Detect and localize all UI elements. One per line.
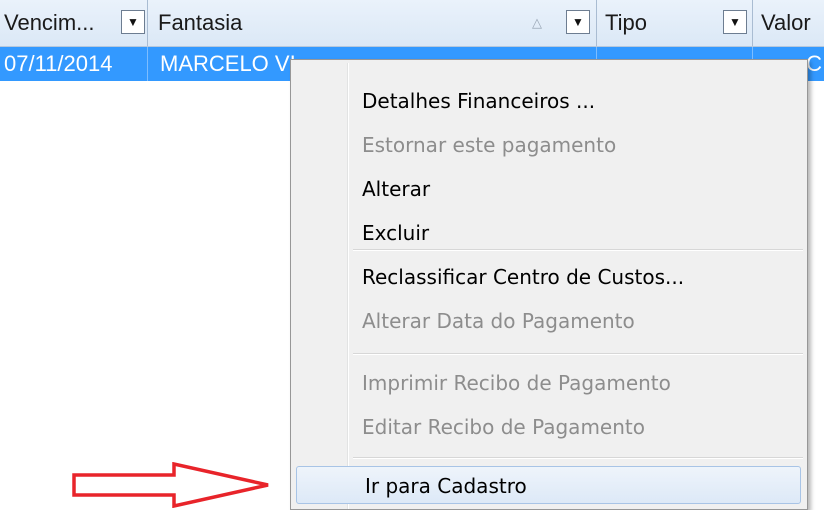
fantasia-filter-dropdown-icon[interactable]: ▼ xyxy=(566,10,590,34)
menu-item-detalhes-financeiros[interactable]: Detalhes Financeiros ... xyxy=(294,82,804,120)
menu-item-reclassificar-centro-custos[interactable]: Reclassificar Centro de Custos... xyxy=(294,258,804,296)
column-header-valor[interactable]: Valor xyxy=(753,0,824,46)
cell-vencimento: 07/11/2014 xyxy=(0,47,148,81)
column-label-tipo: Tipo xyxy=(605,10,647,35)
column-label-vencimento: Vencim... xyxy=(4,10,95,35)
menu-item-editar-recibo: Editar Recibo de Pagamento xyxy=(362,415,645,439)
menu-item-estornar-pagamento: Estornar este pagamento xyxy=(362,133,617,157)
column-header-fantasia[interactable]: Fantasia △ ▼ xyxy=(148,0,597,46)
column-label-fantasia: Fantasia xyxy=(158,10,243,35)
menu-item-imprimir-recibo: Imprimir Recibo de Pagamento xyxy=(362,371,671,395)
vencimento-filter-dropdown-icon[interactable]: ▼ xyxy=(121,10,145,34)
menu-item-ir-para-cadastro[interactable]: Ir para Cadastro xyxy=(296,466,801,504)
menu-separator xyxy=(353,353,803,355)
context-menu: Detalhes Financeiros ... Estornar este p… xyxy=(290,59,808,510)
column-label-valor: Valor xyxy=(761,10,811,35)
menu-separator xyxy=(353,457,803,459)
tipo-filter-dropdown-icon[interactable]: ▼ xyxy=(723,10,747,34)
menu-separator xyxy=(353,249,803,251)
column-header-vencimento[interactable]: Vencim... ▼ xyxy=(0,0,148,46)
red-outline-arrow-right-icon xyxy=(72,462,269,508)
menu-item-alterar[interactable]: Alterar xyxy=(294,170,804,208)
menu-item-alterar-data-pagamento: Alterar Data do Pagamento xyxy=(362,309,635,333)
menu-item-excluir[interactable]: Excluir xyxy=(294,214,804,252)
column-header-tipo[interactable]: Tipo ▼ xyxy=(597,0,753,46)
grid-header: Vencim... ▼ Fantasia △ ▼ Tipo ▼ Valor xyxy=(0,0,824,47)
sort-ascending-icon: △ xyxy=(532,15,542,30)
